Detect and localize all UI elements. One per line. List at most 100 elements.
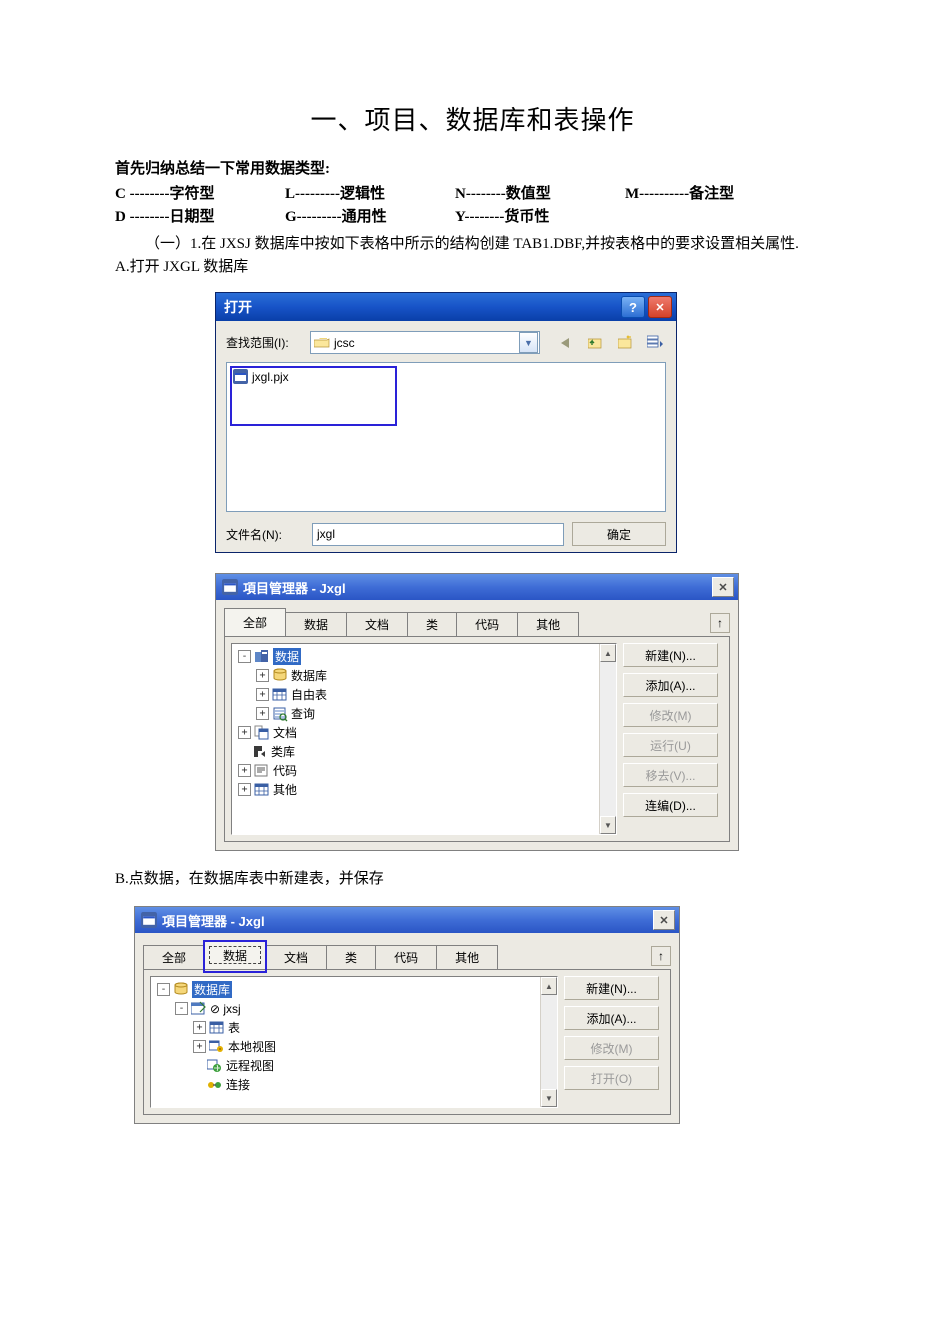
- tree-row[interactable]: 连接: [155, 1075, 557, 1094]
- expand-toggle: [193, 1060, 204, 1071]
- pm2-close-button[interactable]: ✕: [653, 910, 675, 930]
- collapse-button[interactable]: ↑: [651, 946, 671, 966]
- pm-titlebar[interactable]: 項目管理器 - Jxgl ✕: [216, 574, 738, 600]
- other-icon: [254, 782, 270, 798]
- pm-action-button[interactable]: 添加(A)...: [623, 673, 718, 697]
- project-icon: [222, 579, 238, 595]
- tab-docs[interactable]: 文档: [346, 612, 408, 636]
- open-dialog-title: 打开: [224, 297, 252, 317]
- tab-data[interactable]: 数据: [285, 612, 347, 636]
- tree-row[interactable]: +代码: [236, 761, 616, 780]
- tree-row[interactable]: -数据库: [155, 980, 557, 999]
- tab-data[interactable]: 数据: [204, 941, 266, 969]
- tree-item-label: 远程视图: [226, 1057, 274, 1074]
- tree-row[interactable]: + 文档: [236, 723, 616, 742]
- data-type-row-1: C --------字符型 L---------逻辑性 N--------数值型…: [115, 182, 830, 203]
- tree-item-label: 本地视图: [228, 1038, 276, 1055]
- open-icon: [191, 1001, 207, 1017]
- tab-all[interactable]: 全部: [143, 945, 205, 969]
- file-list[interactable]: jxgl.pjx: [226, 362, 666, 512]
- tab-docs[interactable]: 文档: [265, 945, 327, 969]
- pm-close-button[interactable]: ✕: [712, 577, 734, 597]
- lookin-combo[interactable]: jcsc ▼: [310, 331, 540, 354]
- tree-row[interactable]: +表: [155, 1018, 557, 1037]
- expand-toggle: [238, 746, 249, 757]
- new-folder-icon[interactable]: [616, 333, 636, 353]
- pm-tree[interactable]: -数据+数据库+自由表+查询+文档类库+代码+其他 ▲ ▼: [231, 643, 617, 835]
- tree-row[interactable]: +自由表: [236, 685, 616, 704]
- pm-button-column: 新建(N)...添加(A)...修改(M)运行(U)移去(V)...连编(D).…: [623, 637, 729, 841]
- query-icon: [272, 706, 288, 722]
- tree-row[interactable]: 类库: [236, 742, 616, 761]
- pm2-titlebar[interactable]: 項目管理器 - Jxgl ✕: [135, 907, 679, 933]
- tab-other[interactable]: 其他: [436, 945, 498, 969]
- scroll-up-button[interactable]: ▲: [541, 977, 557, 995]
- close-button[interactable]: ✕: [648, 296, 672, 318]
- expand-toggle[interactable]: -: [157, 983, 170, 996]
- pm2-tabs: 全部 数据 文档 类 代码 其他 ↑: [135, 933, 679, 969]
- scroll-up-button[interactable]: ▲: [600, 644, 616, 662]
- help-button[interactable]: ?: [621, 296, 645, 318]
- expand-toggle[interactable]: +: [256, 707, 269, 720]
- tree-row[interactable]: + 查询: [236, 704, 616, 723]
- tree-row[interactable]: + 数据库: [236, 666, 616, 685]
- views-icon[interactable]: [646, 333, 666, 353]
- open-dialog-titlebar[interactable]: 打开 ? ✕: [216, 293, 676, 321]
- up-folder-icon[interactable]: [586, 333, 606, 353]
- pm-action-button[interactable]: 新建(N)...: [564, 976, 659, 1000]
- tab-class[interactable]: 类: [407, 612, 457, 636]
- tree-item-label: 数据库: [291, 667, 327, 684]
- pm2-scrollbar[interactable]: ▲ ▼: [540, 977, 557, 1107]
- scroll-track[interactable]: [541, 995, 557, 1089]
- scroll-down-button[interactable]: ▼: [600, 816, 616, 834]
- ok-button[interactable]: 确定: [572, 522, 666, 546]
- pm-action-button[interactable]: 连编(D)...: [623, 793, 718, 817]
- tab-all[interactable]: 全部: [224, 608, 286, 636]
- scroll-track[interactable]: [600, 662, 616, 816]
- expand-toggle[interactable]: +: [238, 783, 251, 796]
- project-manager-window: 項目管理器 - Jxgl ✕ 全部 数据 文档 类 代码 其他 ↑ - 数据 + 数据…: [215, 573, 739, 851]
- db-icon: [173, 982, 189, 998]
- project-manager-window-2: 項目管理器 - Jxgl ✕ 全部 数据 文档 类 代码 其他 ↑ -数据库-⊘…: [134, 906, 680, 1124]
- tree-item-label: 数据: [273, 648, 301, 665]
- scroll-down-button[interactable]: ▼: [541, 1089, 557, 1107]
- paragraph-3: B.点数据，在数据库表中新建表，并保存: [115, 867, 830, 888]
- expand-toggle[interactable]: +: [256, 688, 269, 701]
- tab-other[interactable]: 其他: [517, 612, 579, 636]
- filename-input[interactable]: jxgl: [312, 523, 564, 546]
- expand-toggle[interactable]: +: [193, 1040, 206, 1053]
- pm-title: 項目管理器 - Jxgl: [243, 578, 346, 597]
- tab-code[interactable]: 代码: [375, 945, 437, 969]
- tree-item-label: 文档: [273, 724, 297, 741]
- expand-toggle[interactable]: +: [193, 1021, 206, 1034]
- data-icon: [254, 649, 270, 665]
- pm-scrollbar[interactable]: ▲ ▼: [599, 644, 616, 834]
- back-icon[interactable]: [556, 333, 576, 353]
- expand-toggle[interactable]: +: [238, 764, 251, 777]
- pm2-button-column: 新建(N)...添加(A)...修改(M)打开(O): [564, 970, 670, 1114]
- collapse-button[interactable]: ↑: [710, 613, 730, 633]
- class-icon: [252, 744, 268, 760]
- pm-action-button[interactable]: 添加(A)...: [564, 1006, 659, 1030]
- folder-open-icon: [314, 335, 330, 351]
- tree-row[interactable]: - 数据: [236, 647, 616, 666]
- pm-action-button: 运行(U): [623, 733, 718, 757]
- dropdown-button[interactable]: ▼: [519, 332, 538, 353]
- tab-class[interactable]: 类: [326, 945, 376, 969]
- pm2-tree[interactable]: -数据库-⊘ jxsj+表+本地视图远程视图连接 ▲ ▼: [150, 976, 558, 1108]
- expand-toggle[interactable]: +: [256, 669, 269, 682]
- pm-action-button[interactable]: 新建(N)...: [623, 643, 718, 667]
- tree-row[interactable]: 远程视图: [155, 1056, 557, 1075]
- table-icon: [209, 1020, 225, 1036]
- expand-toggle[interactable]: +: [238, 726, 251, 739]
- tree-row[interactable]: +其他: [236, 780, 616, 799]
- expand-toggle[interactable]: -: [238, 650, 251, 663]
- pm-action-button: 修改(M): [623, 703, 718, 727]
- tab-code[interactable]: 代码: [456, 612, 518, 636]
- tree-item-label: 查询: [291, 705, 315, 722]
- expand-toggle[interactable]: -: [175, 1002, 188, 1015]
- tree-row[interactable]: + 本地视图: [155, 1037, 557, 1056]
- tree-row[interactable]: -⊘ jxsj: [155, 999, 557, 1018]
- data-type-row-2: D --------日期型 G---------通用性 Y--------货币性: [115, 205, 830, 226]
- pm-action-button: 打开(O): [564, 1066, 659, 1090]
